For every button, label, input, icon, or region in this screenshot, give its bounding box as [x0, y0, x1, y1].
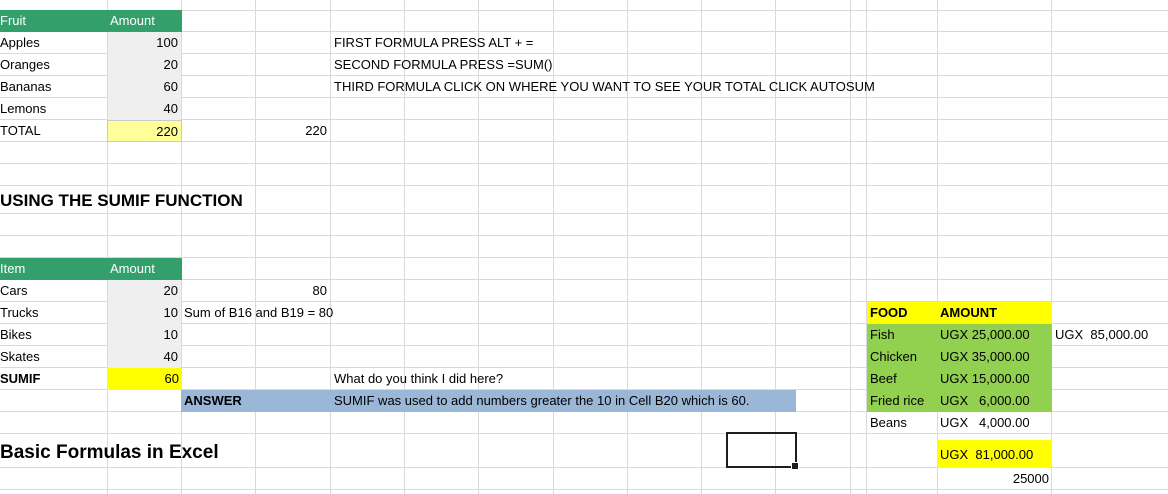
item-cell[interactable]: Skates — [0, 346, 107, 368]
sum-note[interactable]: Sum of B16 and B19 = 80 — [181, 302, 336, 324]
total-value[interactable]: 220 — [107, 120, 182, 142]
amount-cell[interactable]: 40 — [108, 98, 181, 120]
fruit-header[interactable]: Fruit — [0, 10, 107, 32]
item-cell[interactable]: Cars — [0, 280, 107, 302]
sumif-section-title[interactable]: USING THE SUMIF FUNCTION — [0, 187, 246, 213]
amount-cell[interactable]: 10 — [108, 302, 181, 324]
item-header[interactable]: Item — [0, 258, 107, 280]
item-cell[interactable]: Trucks — [0, 302, 107, 324]
food-cell[interactable]: Beans — [867, 412, 937, 434]
fill-handle[interactable] — [791, 462, 799, 470]
food-amount-cell[interactable]: UGX 6,000.00 — [937, 390, 1052, 412]
food-total[interactable]: UGX 81,000.00 — [937, 440, 1052, 468]
amount-cell[interactable]: 20 — [108, 280, 181, 302]
sumif-value[interactable]: 60 — [107, 368, 182, 390]
food-amount-cell[interactable]: UGX 25,000.00 — [937, 324, 1052, 346]
food-cell[interactable]: Chicken — [867, 346, 937, 368]
question-text[interactable]: What do you think I did here? — [331, 368, 506, 390]
food-amount-cell[interactable]: UGX 15,000.00 — [937, 368, 1052, 390]
amount-cell[interactable]: 100 — [108, 32, 181, 54]
amount-cell[interactable]: 60 — [108, 76, 181, 98]
answer-label[interactable]: ANSWER — [181, 390, 331, 412]
answer-text[interactable]: SUMIF was used to add numbers greater th… — [331, 390, 796, 412]
total-copy[interactable]: 220 — [256, 120, 330, 142]
fruit-cell[interactable]: Oranges — [0, 54, 107, 76]
selected-cell[interactable] — [726, 432, 799, 470]
food-amount-header[interactable]: AMOUNT — [937, 302, 1052, 324]
note-first-formula[interactable]: FIRST FORMULA PRESS ALT + = — [331, 32, 536, 54]
sumif-label[interactable]: SUMIF — [0, 368, 107, 390]
food-amount-cell[interactable]: UGX 4,000.00 — [937, 412, 1052, 434]
food-cell[interactable]: Beef — [867, 368, 937, 390]
amount-cell[interactable]: 10 — [108, 324, 181, 346]
food-cell[interactable]: Fried rice — [867, 390, 937, 412]
food-plain-total[interactable]: 25000 — [937, 468, 1052, 490]
food-header[interactable]: FOOD — [867, 302, 937, 324]
fruit-cell[interactable]: Apples — [0, 32, 107, 54]
amount-cell[interactable]: 40 — [108, 346, 181, 368]
food-amount-cell[interactable]: UGX 35,000.00 — [937, 346, 1052, 368]
note-second-formula[interactable]: SECOND FORMULA PRESS =SUM() — [331, 54, 556, 76]
amount-cell[interactable]: 20 — [108, 54, 181, 76]
food-cell[interactable]: Fish — [867, 324, 937, 346]
amount-header[interactable]: Amount — [107, 10, 182, 32]
item-cell[interactable]: Bikes — [0, 324, 107, 346]
fruit-cell[interactable]: Lemons — [0, 98, 107, 120]
sum-result-cell[interactable]: 80 — [256, 280, 330, 302]
food-side-total[interactable]: UGX 85,000.00 — [1052, 324, 1151, 346]
fruit-cell[interactable]: Bananas — [0, 76, 107, 98]
note-third-formula[interactable]: THIRD FORMULA CLICK ON WHERE YOU WANT TO… — [331, 76, 878, 98]
basic-formulas-title[interactable]: Basic Formulas in Excel — [0, 437, 222, 467]
amount-header[interactable]: Amount — [107, 258, 182, 280]
total-label[interactable]: TOTAL — [0, 120, 107, 142]
